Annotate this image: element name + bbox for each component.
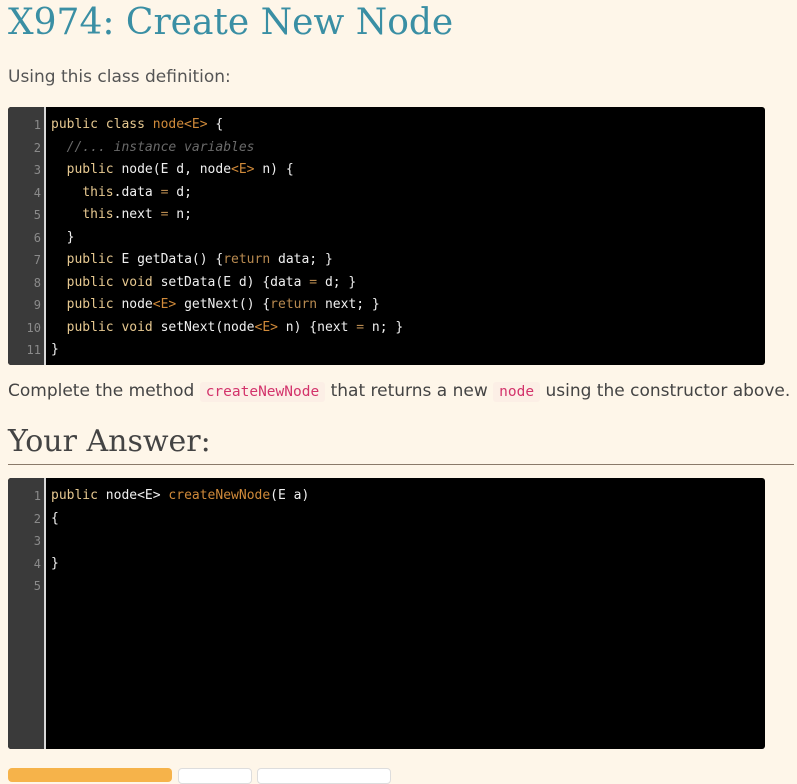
code-line: 10 public void setNext(node<E> n) {next …	[26, 319, 404, 335]
method-name-code: createNewNode	[199, 382, 326, 402]
code-line: 7 public E getData() {return data; }	[33, 252, 333, 267]
editor-line[interactable]: 3	[8, 530, 765, 553]
code-line: 6 }	[33, 229, 75, 245]
code-line: 8 public void setData(E d) {data = d; }	[33, 274, 357, 290]
editor-line[interactable]: 2{	[8, 508, 765, 531]
type-name-code: node	[493, 382, 541, 402]
editor-line[interactable]: 1 public node<E> createNewNode(E a)	[8, 485, 765, 508]
page-title: X974: Create New Node	[8, 2, 454, 43]
reset-button[interactable]	[178, 768, 252, 784]
code-line: 1 public class node<E> {	[33, 117, 224, 132]
code-line: 5 this.next = n;	[33, 207, 192, 222]
answer-heading: Your Answer:	[8, 424, 211, 459]
prompt-text: Using this class definition:	[8, 67, 231, 87]
answer-code-editor[interactable]: 1 public node<E> createNewNode(E a) 2{ 3 …	[8, 478, 765, 749]
heading-divider	[8, 464, 794, 465]
code-line: 11}	[26, 342, 59, 357]
code-line: 9 public node<E> getNext() {return next;…	[33, 297, 380, 312]
code-line: 2 //... instance variables	[33, 139, 255, 155]
editor-line[interactable]: 4}	[8, 553, 765, 576]
editor-line[interactable]: 5	[8, 575, 765, 598]
question-text: Complete the method createNewNode that r…	[8, 381, 791, 402]
history-button[interactable]	[257, 768, 391, 784]
check-answer-button[interactable]	[8, 768, 172, 782]
class-definition-code: 1 public class node<E> { 2 //... instance…	[8, 107, 765, 365]
code-line: 3 public node(E d, node<E> n) {	[33, 162, 294, 177]
code-line: 4 this.data = d;	[33, 184, 192, 200]
